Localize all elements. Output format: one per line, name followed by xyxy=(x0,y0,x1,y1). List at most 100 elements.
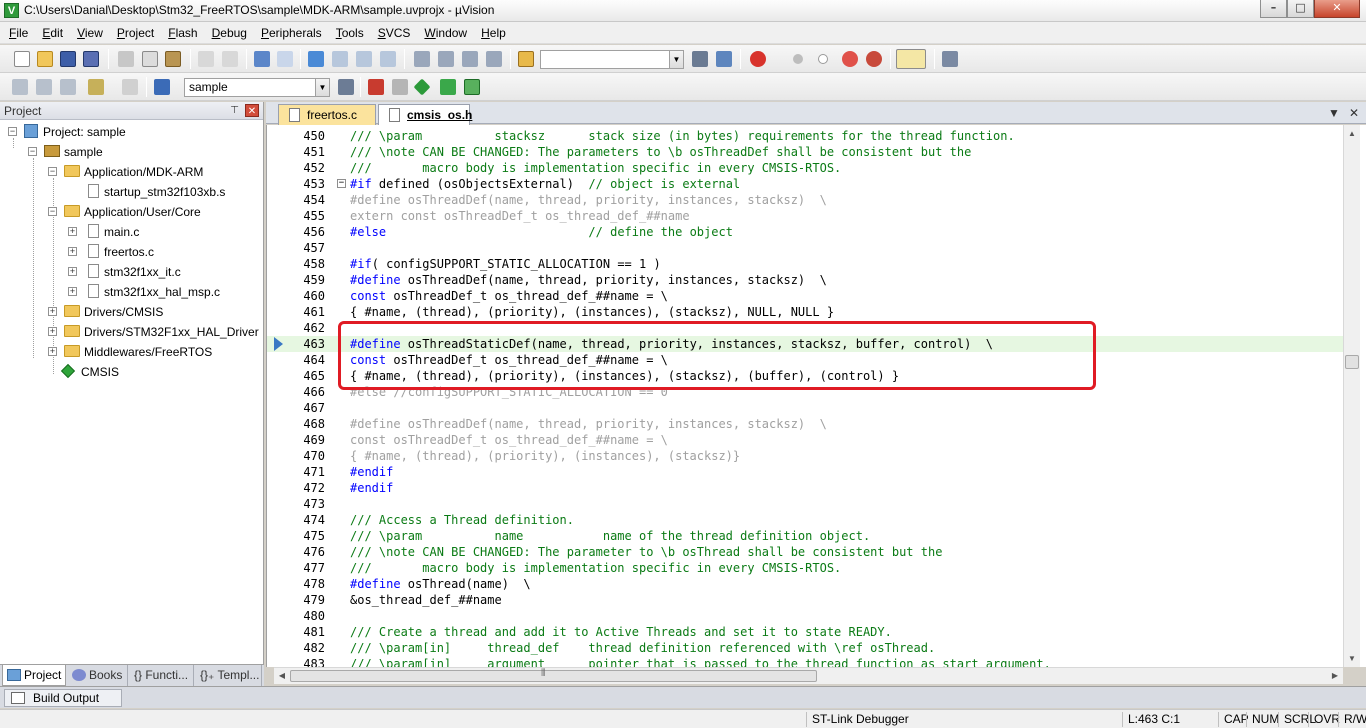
code-line[interactable]: 471 #endif xyxy=(267,464,1347,480)
menu-project[interactable]: Project xyxy=(110,23,161,43)
file-extensions-icon[interactable] xyxy=(392,79,408,95)
code-line[interactable]: 465 { #name, (thread), (priority), (insta… xyxy=(267,368,1347,384)
indent-icon[interactable] xyxy=(414,51,430,67)
tab-books[interactable]: Books xyxy=(68,665,128,686)
code-line[interactable]: 453 #if defined (osObjectsExternal) // ob… xyxy=(267,176,1347,192)
code-line[interactable]: 451 /// \note CAN BE CHANGED: The paramet… xyxy=(267,144,1347,160)
copy-icon[interactable] xyxy=(142,51,158,67)
vertical-scrollbar[interactable]: ▲ ▼ xyxy=(1343,125,1360,667)
batch-build-icon[interactable] xyxy=(88,79,104,95)
pin-icon[interactable]: ⊤ xyxy=(230,105,239,116)
nav-back-icon[interactable] xyxy=(254,51,270,67)
kill-breakpoints-icon[interactable] xyxy=(866,51,882,67)
code-line[interactable]: 480 xyxy=(267,608,1347,624)
tree-group-drivers-hal[interactable]: + Drivers/STM32F1xx_HAL_Driver xyxy=(48,322,259,342)
tab-templates[interactable]: {}₊ Templ... xyxy=(196,665,262,686)
tree-file-freertos[interactable]: + freertos.c xyxy=(68,242,154,262)
minimize-button[interactable]: – xyxy=(1260,0,1287,18)
tree-file-startup[interactable]: startup_stm32f103xb.s xyxy=(88,182,225,202)
bookmark-icon[interactable] xyxy=(308,51,324,67)
code-line[interactable]: 470 { #name, (thread), (priority), (insta… xyxy=(267,448,1347,464)
unindent-icon[interactable] xyxy=(438,51,454,67)
code-line[interactable]: 473 xyxy=(267,496,1347,512)
menu-help[interactable]: Help xyxy=(474,23,513,43)
code-line[interactable]: 462 xyxy=(267,320,1347,336)
save-all-icon[interactable] xyxy=(83,51,99,67)
tree-group-drivers-cmsis[interactable]: + Drivers/CMSIS xyxy=(48,302,163,322)
paste-icon[interactable] xyxy=(165,51,181,67)
breakpoint-icon[interactable] xyxy=(793,54,803,64)
code-line[interactable]: 455 extern const osThreadDef_t os_thread_… xyxy=(267,208,1347,224)
code-line[interactable]: 474 /// Access a Thread definition. xyxy=(267,512,1347,528)
find-combo[interactable]: ▼ xyxy=(540,50,684,69)
code-line[interactable]: 479 &os_thread_def_##name xyxy=(267,592,1347,608)
undo-icon[interactable] xyxy=(198,51,214,67)
stop-build-icon[interactable] xyxy=(122,79,138,95)
vertical-scroll-thumb[interactable] xyxy=(1345,355,1359,369)
tree-project-root[interactable]: − Project: sample xyxy=(8,122,126,142)
collapse-icon[interactable]: − xyxy=(48,167,57,176)
tab-cmsis-os-h[interactable]: cmsis_os.h xyxy=(378,104,472,125)
comment-icon[interactable] xyxy=(462,51,478,67)
find-icon[interactable] xyxy=(692,51,708,67)
code-line[interactable]: 477 /// macro body is implementation spec… xyxy=(267,560,1347,576)
enable-breakpoint-icon[interactable] xyxy=(818,54,828,64)
translate-icon[interactable] xyxy=(12,79,28,95)
code-line[interactable]: 452 /// macro body is implementation spec… xyxy=(267,160,1347,176)
tree-target-sample[interactable]: − sample xyxy=(28,142,103,162)
clear-bookmarks-icon[interactable] xyxy=(380,51,396,67)
menu-file[interactable]: File xyxy=(2,23,35,43)
maximize-button[interactable]: □ xyxy=(1287,0,1314,18)
code-line[interactable]: 466 #else //configSUPPORT_STATIC_ALLOCATI… xyxy=(267,384,1347,400)
code-line[interactable]: 463 #define osThreadStaticDef(name, threa… xyxy=(267,336,1347,352)
menu-view[interactable]: View xyxy=(70,23,110,43)
menu-tools[interactable]: Tools xyxy=(329,23,371,43)
scroll-right-icon[interactable]: ▶ xyxy=(1327,668,1343,684)
tree-file-stm32f1xx-hal-msp[interactable]: + stm32f1xx_hal_msp.c xyxy=(68,282,220,302)
target-options-icon[interactable] xyxy=(338,79,354,95)
code-line[interactable]: 458 #if( configSUPPORT_STATIC_ALLOCATION … xyxy=(267,256,1347,272)
save-icon[interactable] xyxy=(60,51,76,67)
uncomment-icon[interactable] xyxy=(486,51,502,67)
tree-file-stm32f1xx-it[interactable]: + stm32f1xx_it.c xyxy=(68,262,181,282)
code-line[interactable]: 464 const osThreadDef_t os_thread_def_##n… xyxy=(267,352,1347,368)
tab-functions[interactable]: {} Functi... xyxy=(130,665,194,686)
new-file-icon[interactable] xyxy=(14,51,30,67)
collapse-icon[interactable]: − xyxy=(8,127,17,136)
disable-breakpoints-icon[interactable] xyxy=(842,51,858,67)
scroll-left-icon[interactable]: ◀ xyxy=(274,668,290,684)
expand-icon[interactable]: + xyxy=(68,227,77,236)
code-line[interactable]: 482 /// \param[in] thread_def thread defi… xyxy=(267,640,1347,656)
build-icon[interactable] xyxy=(36,79,52,95)
nav-forward-icon[interactable] xyxy=(277,51,293,67)
code-line[interactable]: 478 #define osThread(name) \ xyxy=(267,576,1347,592)
chevron-down-icon[interactable]: ▼ xyxy=(669,51,683,68)
manage-components-icon[interactable] xyxy=(368,79,384,95)
code-line[interactable]: 459 #define osThreadDef(name, thread, pri… xyxy=(267,272,1347,288)
tab-list-chevron-icon[interactable]: ▼ xyxy=(1328,106,1340,120)
code-line[interactable]: 450 /// \param stacksz stack size (in byt… xyxy=(267,128,1347,144)
tab-build-output[interactable]: Build Output xyxy=(4,689,122,707)
collapse-icon[interactable]: − xyxy=(48,207,57,216)
tab-freertos-c[interactable]: freertos.c xyxy=(278,104,376,125)
code-line[interactable]: 457 xyxy=(267,240,1347,256)
tab-close-icon[interactable]: ✕ xyxy=(1349,106,1359,120)
horizontal-scrollbar[interactable]: ◀ ⦀ ▶ xyxy=(274,667,1343,684)
code-line[interactable]: 454 #define osThreadDef(name, thread, pri… xyxy=(267,192,1347,208)
code-line[interactable]: 476 /// \note CAN BE CHANGED: The paramet… xyxy=(267,544,1347,560)
menu-debug[interactable]: Debug xyxy=(205,23,254,43)
code-line[interactable]: 467 xyxy=(267,400,1347,416)
expand-icon[interactable]: + xyxy=(68,247,77,256)
chevron-down-icon[interactable]: ▼ xyxy=(315,79,329,96)
close-button[interactable]: ✕ xyxy=(1314,0,1360,18)
scroll-down-icon[interactable]: ▼ xyxy=(1344,650,1360,667)
code-line[interactable]: 481 /// Create a thread and add it to Act… xyxy=(267,624,1347,640)
prev-bookmark-icon[interactable] xyxy=(332,51,348,67)
expand-icon[interactable]: + xyxy=(48,327,57,336)
menu-flash[interactable]: Flash xyxy=(161,23,204,43)
horizontal-scroll-thumb[interactable]: ⦀ xyxy=(290,668,817,682)
fold-toggle-icon[interactable]: − xyxy=(337,179,346,188)
incremental-find-icon[interactable] xyxy=(716,51,732,67)
pane-close-icon[interactable]: ✕ xyxy=(245,104,259,117)
menu-peripherals[interactable]: Peripherals xyxy=(254,23,329,43)
